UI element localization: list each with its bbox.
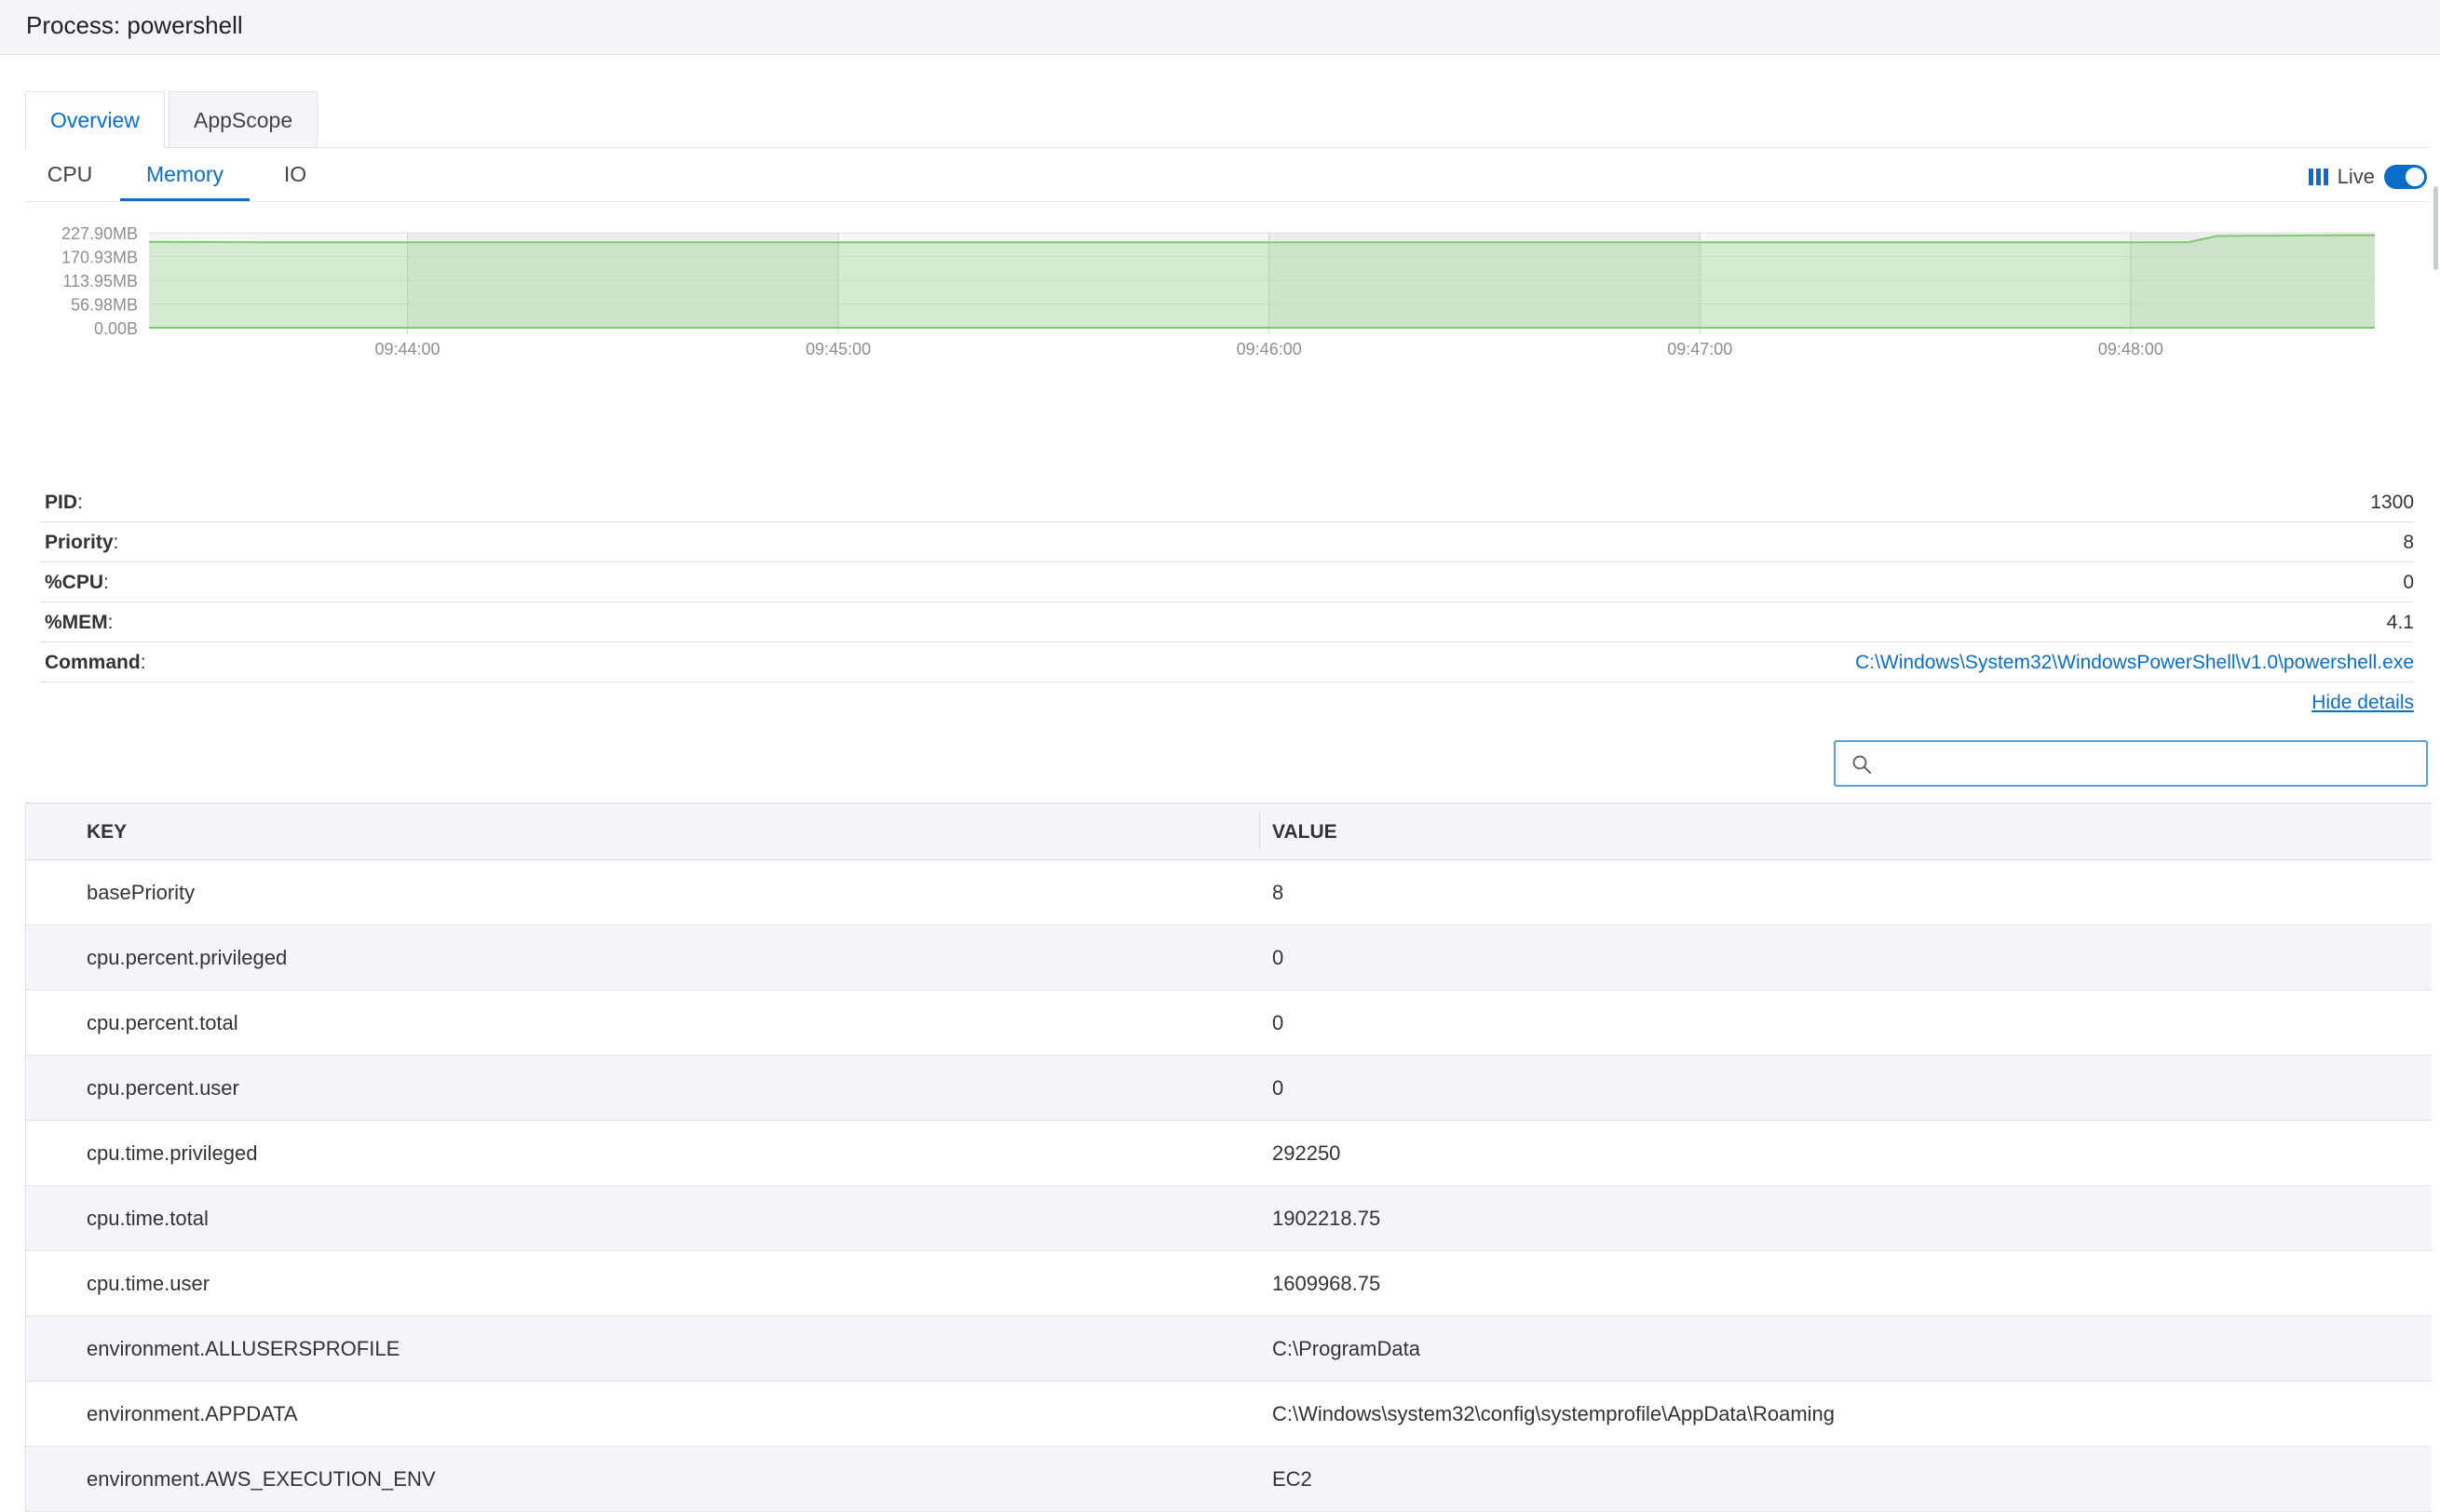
row-key: cpu.percent.user <box>87 1076 239 1100</box>
detail-value: 8 <box>2403 532 2414 553</box>
search-box <box>1834 740 2428 787</box>
detail-value: 4.1 <box>2386 612 2414 633</box>
column-divider[interactable] <box>1259 813 1260 850</box>
y-tick-label: 0.00B <box>94 319 138 338</box>
memory-chart: 227.90MB 170.93MB 113.95MB 56.98MB 0.00B 09:4… <box>61 224 2375 358</box>
y-tick-label: 113.95MB <box>62 272 138 290</box>
row-key: environment.AWS_EXECUTION_ENV <box>87 1467 436 1491</box>
detail-key: PID <box>45 492 78 513</box>
row-key: cpu.time.total <box>87 1207 209 1230</box>
process-details: PID: 1300 Priority: 8 %CPU: 0 %MEM: 4.1 … <box>41 482 2414 682</box>
table-row[interactable]: cpu.percent.total 0 <box>26 991 2432 1056</box>
series-area <box>149 235 2375 328</box>
x-tick-label: 09:48:00 <box>2098 340 2163 358</box>
x-tick-label: 09:44:00 <box>375 340 441 358</box>
table-row[interactable]: environment.ALLUSERSPROFILE C:\ProgramDat… <box>26 1316 2432 1382</box>
command-link[interactable]: C:\Windows\System32\WindowsPowerShell\v1… <box>1855 652 2414 674</box>
x-tick-label: 09:46:00 <box>1237 340 1302 358</box>
row-value: 0 <box>1272 946 1284 969</box>
page-header: Process: powershell <box>0 0 2440 55</box>
subtab-memory[interactable]: Memory <box>120 147 250 201</box>
detail-row-cpu: %CPU: 0 <box>41 562 2414 602</box>
table-row[interactable]: cpu.percent.user 0 <box>26 1056 2432 1121</box>
table-row[interactable]: cpu.time.privileged 292250 <box>26 1121 2432 1186</box>
column-header-value[interactable]: VALUE <box>1272 821 1337 844</box>
table-row[interactable]: basePriority 8 <box>26 860 2432 925</box>
detail-key: Command <box>45 652 141 673</box>
row-key: environment.APPDATA <box>87 1402 298 1425</box>
detail-key: Priority <box>45 532 114 553</box>
table-row[interactable]: cpu.percent.privileged 0 <box>26 925 2432 991</box>
y-tick-label: 56.98MB <box>71 296 138 315</box>
live-toggle-group: Live <box>2308 162 2427 192</box>
row-value: C:\ProgramData <box>1272 1337 1420 1360</box>
page-title: Process: powershell <box>26 11 243 39</box>
search-input[interactable] <box>1884 746 2419 783</box>
search-icon <box>1852 755 1872 775</box>
bars-icon[interactable] <box>2308 169 2328 185</box>
subtab-io[interactable]: IO <box>258 147 332 201</box>
table-row[interactable]: cpu.time.total 1902218.75 <box>26 1186 2432 1251</box>
tab-overview[interactable]: Overview <box>25 91 165 148</box>
row-key: cpu.time.user <box>87 1272 210 1295</box>
row-key: cpu.percent.privileged <box>87 946 288 969</box>
table-header: KEY VALUE <box>26 803 2432 860</box>
detail-value: 0 <box>2403 572 2414 593</box>
y-tick-label: 170.93MB <box>61 249 138 267</box>
y-tick-label: 227.90MB <box>61 224 138 243</box>
row-value: 0 <box>1272 1011 1284 1034</box>
hide-details-link[interactable]: Hide details <box>2311 692 2414 714</box>
column-header-key[interactable]: KEY <box>87 821 127 844</box>
live-label: Live <box>2337 165 2375 188</box>
row-key: basePriority <box>87 881 196 904</box>
row-value: 1609968.75 <box>1272 1272 1381 1295</box>
detail-key: %CPU <box>45 572 104 593</box>
metric-tabs: CPU Memory IO <box>25 147 2428 202</box>
scrollbar[interactable] <box>2433 186 2438 270</box>
subtab-cpu[interactable]: CPU <box>25 147 115 201</box>
live-toggle[interactable] <box>2384 165 2427 189</box>
row-value: 8 <box>1272 881 1284 904</box>
row-value: EC2 <box>1272 1467 1312 1491</box>
table-row[interactable]: cpu.time.user 1609968.75 <box>26 1251 2432 1316</box>
top-tabs: Overview AppScope <box>25 91 2428 148</box>
detail-row-command: Command: C:\Windows\System32\WindowsPowe… <box>41 642 2414 682</box>
properties-table: KEY VALUE basePriority 8 cpu.percent.privi… <box>25 803 2432 1512</box>
table-body: basePriority 8 cpu.percent.privileged 0 cpu.… <box>26 860 2432 1512</box>
tab-appscope[interactable]: AppScope <box>169 91 318 147</box>
row-key: cpu.percent.total <box>87 1011 238 1034</box>
detail-key: %MEM <box>45 612 108 633</box>
row-value: 0 <box>1272 1076 1284 1100</box>
detail-row-pid: PID: 1300 <box>41 482 2414 522</box>
row-value: C:\Windows\system32\config\systemprofile… <box>1272 1402 1836 1425</box>
row-value: 292250 <box>1272 1141 1341 1165</box>
detail-row-priority: Priority: 8 <box>41 522 2414 562</box>
row-key: environment.ALLUSERSPROFILE <box>87 1337 400 1360</box>
detail-row-mem: %MEM: 4.1 <box>41 602 2414 642</box>
x-tick-label: 09:45:00 <box>806 340 871 358</box>
x-tick-label: 09:47:00 <box>1667 340 1732 358</box>
detail-value: 1300 <box>2370 492 2414 513</box>
row-key: cpu.time.privileged <box>87 1141 258 1165</box>
row-value: 1902218.75 <box>1272 1207 1381 1230</box>
table-row[interactable]: environment.APPDATA C:\Windows\system32\c… <box>26 1382 2432 1447</box>
table-row[interactable]: environment.AWS_EXECUTION_ENV EC2 <box>26 1447 2432 1512</box>
